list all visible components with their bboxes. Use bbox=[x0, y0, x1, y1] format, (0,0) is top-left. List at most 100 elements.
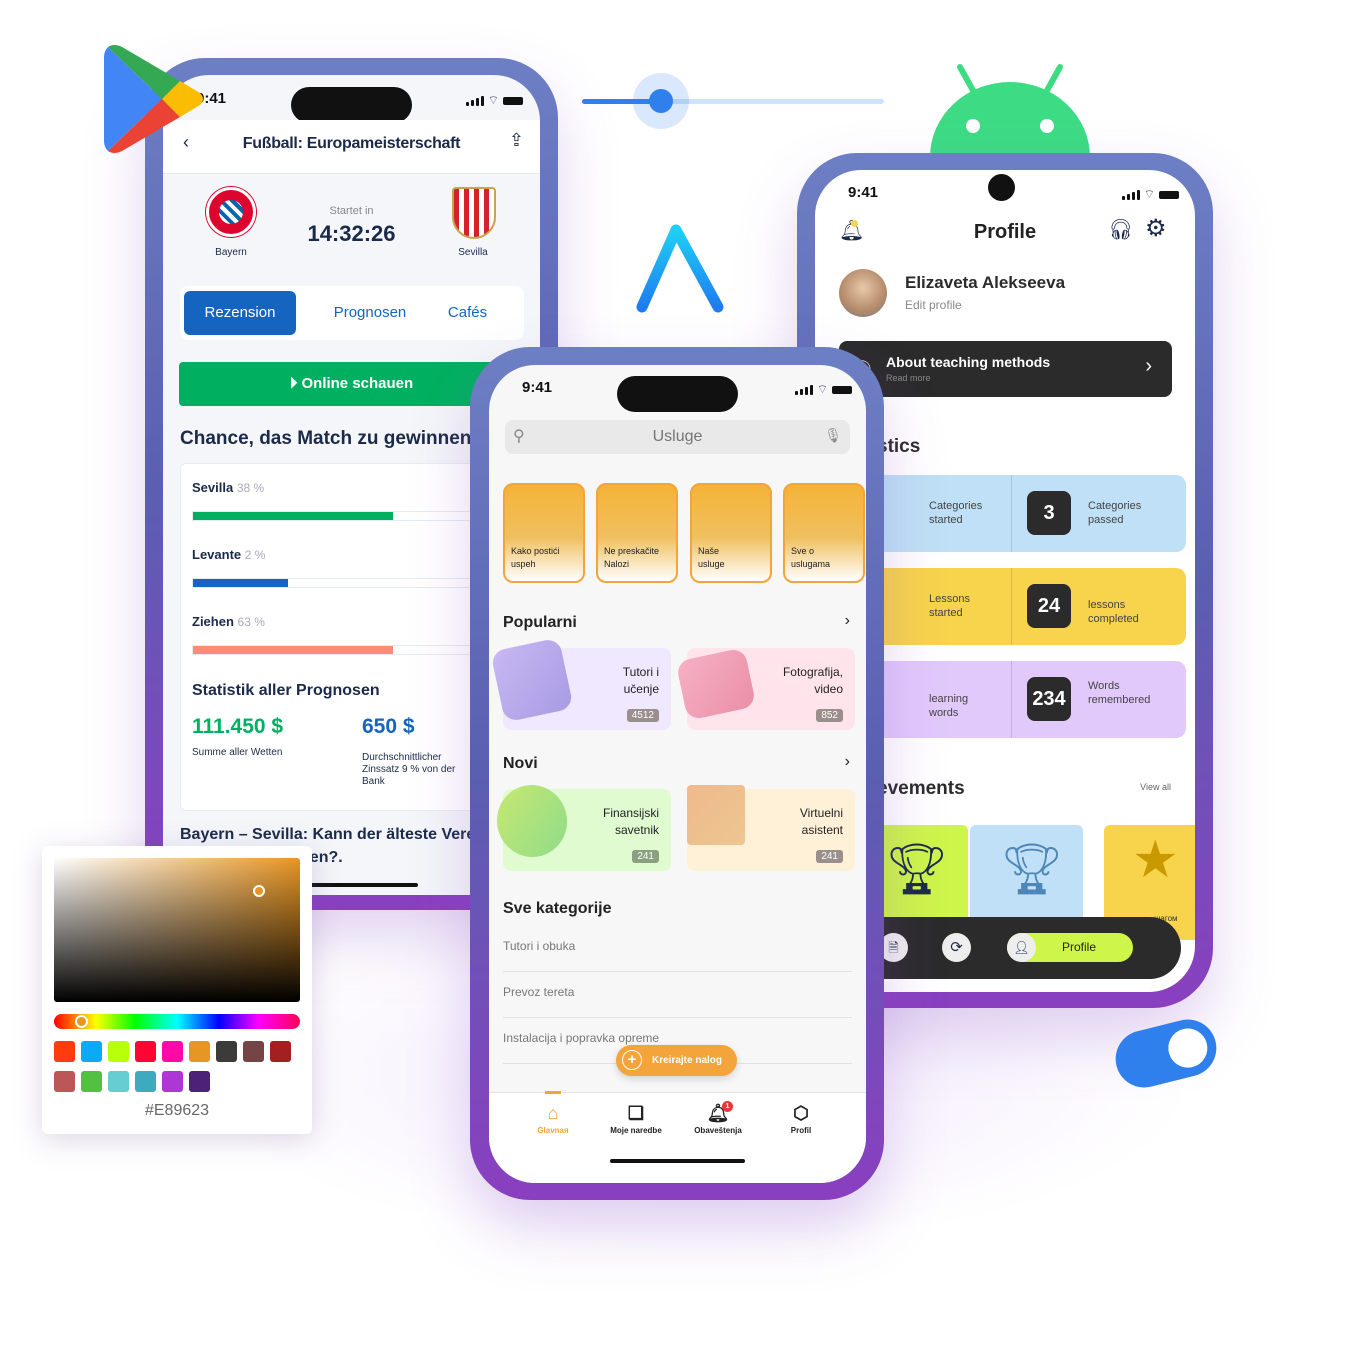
camera-icon bbox=[675, 647, 757, 721]
story-card[interactable]: Kako postići uspeh bbox=[503, 483, 585, 583]
chevron-right-icon[interactable]: › bbox=[845, 612, 850, 630]
orders-icon: ❏ bbox=[627, 1103, 645, 1123]
teaching-methods-banner[interactable]: ⓘ About teaching methods Read more › bbox=[839, 341, 1172, 397]
stats-title: Statistik aller Prognosen bbox=[192, 682, 380, 699]
slider-knob[interactable] bbox=[632, 73, 689, 129]
home-team: Bayern bbox=[215, 247, 247, 258]
plus-circle-icon: + bbox=[622, 1050, 642, 1070]
popular-title: Popularni bbox=[503, 614, 577, 631]
color-swatch[interactable] bbox=[270, 1041, 291, 1062]
color-swatch[interactable] bbox=[162, 1041, 183, 1062]
category-list-item[interactable]: Prevoz tereta bbox=[503, 972, 852, 1018]
view-all-link[interactable]: View all bbox=[1140, 782, 1171, 792]
watch-label: Online schauen bbox=[301, 375, 414, 392]
dynamic-island bbox=[617, 376, 738, 412]
search-icon: ⚲ bbox=[513, 428, 525, 445]
avatar[interactable] bbox=[839, 269, 887, 317]
nav-profile-active[interactable]: 👤︎ Profile bbox=[1007, 933, 1133, 962]
page-title: Fußball: Europameisterschaft bbox=[242, 135, 461, 152]
status-icons: ⌔ bbox=[465, 93, 523, 108]
color-swatch[interactable] bbox=[54, 1071, 75, 1092]
color-swatch[interactable] bbox=[189, 1041, 210, 1062]
banner-title: About teaching methods bbox=[886, 354, 1051, 370]
microphone-icon[interactable]: 🎙︎ bbox=[824, 427, 842, 444]
monitor-icon bbox=[687, 785, 745, 845]
new-title: Novi bbox=[503, 755, 538, 772]
stat-value: 3 bbox=[1027, 491, 1071, 535]
total-value: 111.450 $ bbox=[192, 715, 284, 738]
stat-right-label: Categories passed bbox=[1088, 500, 1142, 526]
color-swatch[interactable] bbox=[243, 1041, 264, 1062]
color-swatch[interactable] bbox=[108, 1041, 129, 1062]
color-swatch[interactable] bbox=[135, 1071, 156, 1092]
color-picker: #E89623 bbox=[42, 846, 312, 1134]
prediction-bar-fill bbox=[193, 512, 393, 520]
create-label: Kreirajte nalog bbox=[652, 1055, 723, 1066]
story-card[interactable]: Sve o uslugama bbox=[783, 483, 865, 583]
category-count: 241 bbox=[632, 850, 659, 863]
color-swatch[interactable] bbox=[54, 1041, 75, 1062]
achievements-title: evements bbox=[877, 778, 965, 799]
nav-label: Glavnaя bbox=[537, 1126, 569, 1135]
notification-badge: 1 bbox=[722, 1101, 733, 1112]
away-team: Sevilla bbox=[458, 247, 488, 258]
color-swatch[interactable] bbox=[189, 1071, 210, 1092]
headphones-icon[interactable]: 🎧︎ bbox=[1108, 217, 1133, 242]
category-title: Finansijski savetnik bbox=[602, 806, 659, 837]
chevron-right-icon: › bbox=[1145, 355, 1152, 377]
nav-label: Obaveštenja bbox=[694, 1126, 742, 1135]
color-swatch[interactable] bbox=[216, 1041, 237, 1062]
color-swatch[interactable] bbox=[135, 1041, 156, 1062]
saturation-area[interactable] bbox=[54, 858, 300, 1002]
nav-orders[interactable]: ❏ Moje naredbe bbox=[596, 1103, 676, 1135]
story-label: Kako postići uspeh bbox=[511, 546, 560, 569]
search-bar[interactable]: ⚲ 🎙︎ bbox=[505, 420, 850, 454]
active-tab-indicator bbox=[545, 1091, 561, 1094]
tab-prognosen[interactable]: Prognosen bbox=[315, 291, 425, 335]
search-input[interactable] bbox=[535, 426, 820, 448]
app-header: ‹ Fußball: Europameisterschaft ⇪ bbox=[163, 120, 540, 174]
hex-value[interactable]: #E89623 bbox=[42, 1102, 312, 1120]
nav-profile[interactable]: ⬡ Profil bbox=[761, 1103, 841, 1135]
tab-rezension[interactable]: Rezension bbox=[184, 291, 296, 335]
swatch-grid bbox=[54, 1041, 304, 1101]
category-title: Fotografija, video bbox=[782, 665, 843, 696]
story-card[interactable]: Naše usluge bbox=[690, 483, 772, 583]
stat-right-label: Words remembered bbox=[1088, 680, 1151, 706]
user-icon: 👤︎ bbox=[1007, 933, 1036, 962]
stat-right-label: lessons completed bbox=[1088, 599, 1139, 625]
tab-cafes[interactable]: Cafés bbox=[430, 291, 505, 335]
create-account-button[interactable]: + Kreirajte nalog bbox=[616, 1045, 737, 1076]
stat-value: 234 bbox=[1027, 677, 1071, 721]
saturation-handle[interactable] bbox=[253, 885, 265, 897]
all-categories-title: Sve kategorije bbox=[503, 900, 612, 917]
edit-profile-link[interactable]: Edit profile bbox=[905, 298, 962, 312]
color-swatch[interactable] bbox=[81, 1041, 102, 1062]
prediction-label: Ziehen 63 % bbox=[192, 614, 265, 629]
category-card[interactable]: Tutori i učenje 4512 bbox=[490, 637, 671, 730]
settings-icon[interactable]: ⚙ bbox=[1145, 214, 1167, 243]
share-icon[interactable]: ⇪ bbox=[509, 130, 524, 151]
dynamic-island bbox=[291, 87, 412, 123]
story-card[interactable]: Ne preskačite Nalozi bbox=[596, 483, 678, 583]
category-card[interactable]: Finansijski savetnik 241 bbox=[490, 778, 671, 871]
decor-slider[interactable] bbox=[582, 73, 884, 129]
chevron-right-icon[interactable]: › bbox=[845, 753, 850, 771]
nav-home[interactable]: ⌂ Glavnaя bbox=[513, 1103, 593, 1135]
banner-subtitle: Read more bbox=[886, 373, 931, 383]
refresh-nav-icon[interactable]: ⟳ bbox=[942, 933, 971, 962]
color-swatch[interactable] bbox=[162, 1071, 183, 1092]
category-card[interactable]: Virtuelni asistent 241 bbox=[687, 785, 855, 871]
android-icon bbox=[930, 64, 1090, 157]
hue-handle[interactable] bbox=[75, 1015, 88, 1028]
nav-notifications[interactable]: 🔔︎ 1 Obaveštenja bbox=[678, 1101, 758, 1135]
hue-slider[interactable] bbox=[54, 1014, 300, 1029]
star-trophy-icon: ★ bbox=[1132, 831, 1179, 889]
category-list-item[interactable]: Tutori i obuka bbox=[503, 926, 852, 972]
category-card[interactable]: Fotografija, video 852 bbox=[675, 647, 855, 730]
bell-icon: 🔔︎ 1 bbox=[678, 1101, 758, 1124]
stats-list: Categories started 3 Categories passed L… bbox=[819, 475, 1186, 745]
color-swatch[interactable] bbox=[108, 1071, 129, 1092]
color-swatch[interactable] bbox=[81, 1071, 102, 1092]
category-count: 852 bbox=[816, 709, 843, 722]
